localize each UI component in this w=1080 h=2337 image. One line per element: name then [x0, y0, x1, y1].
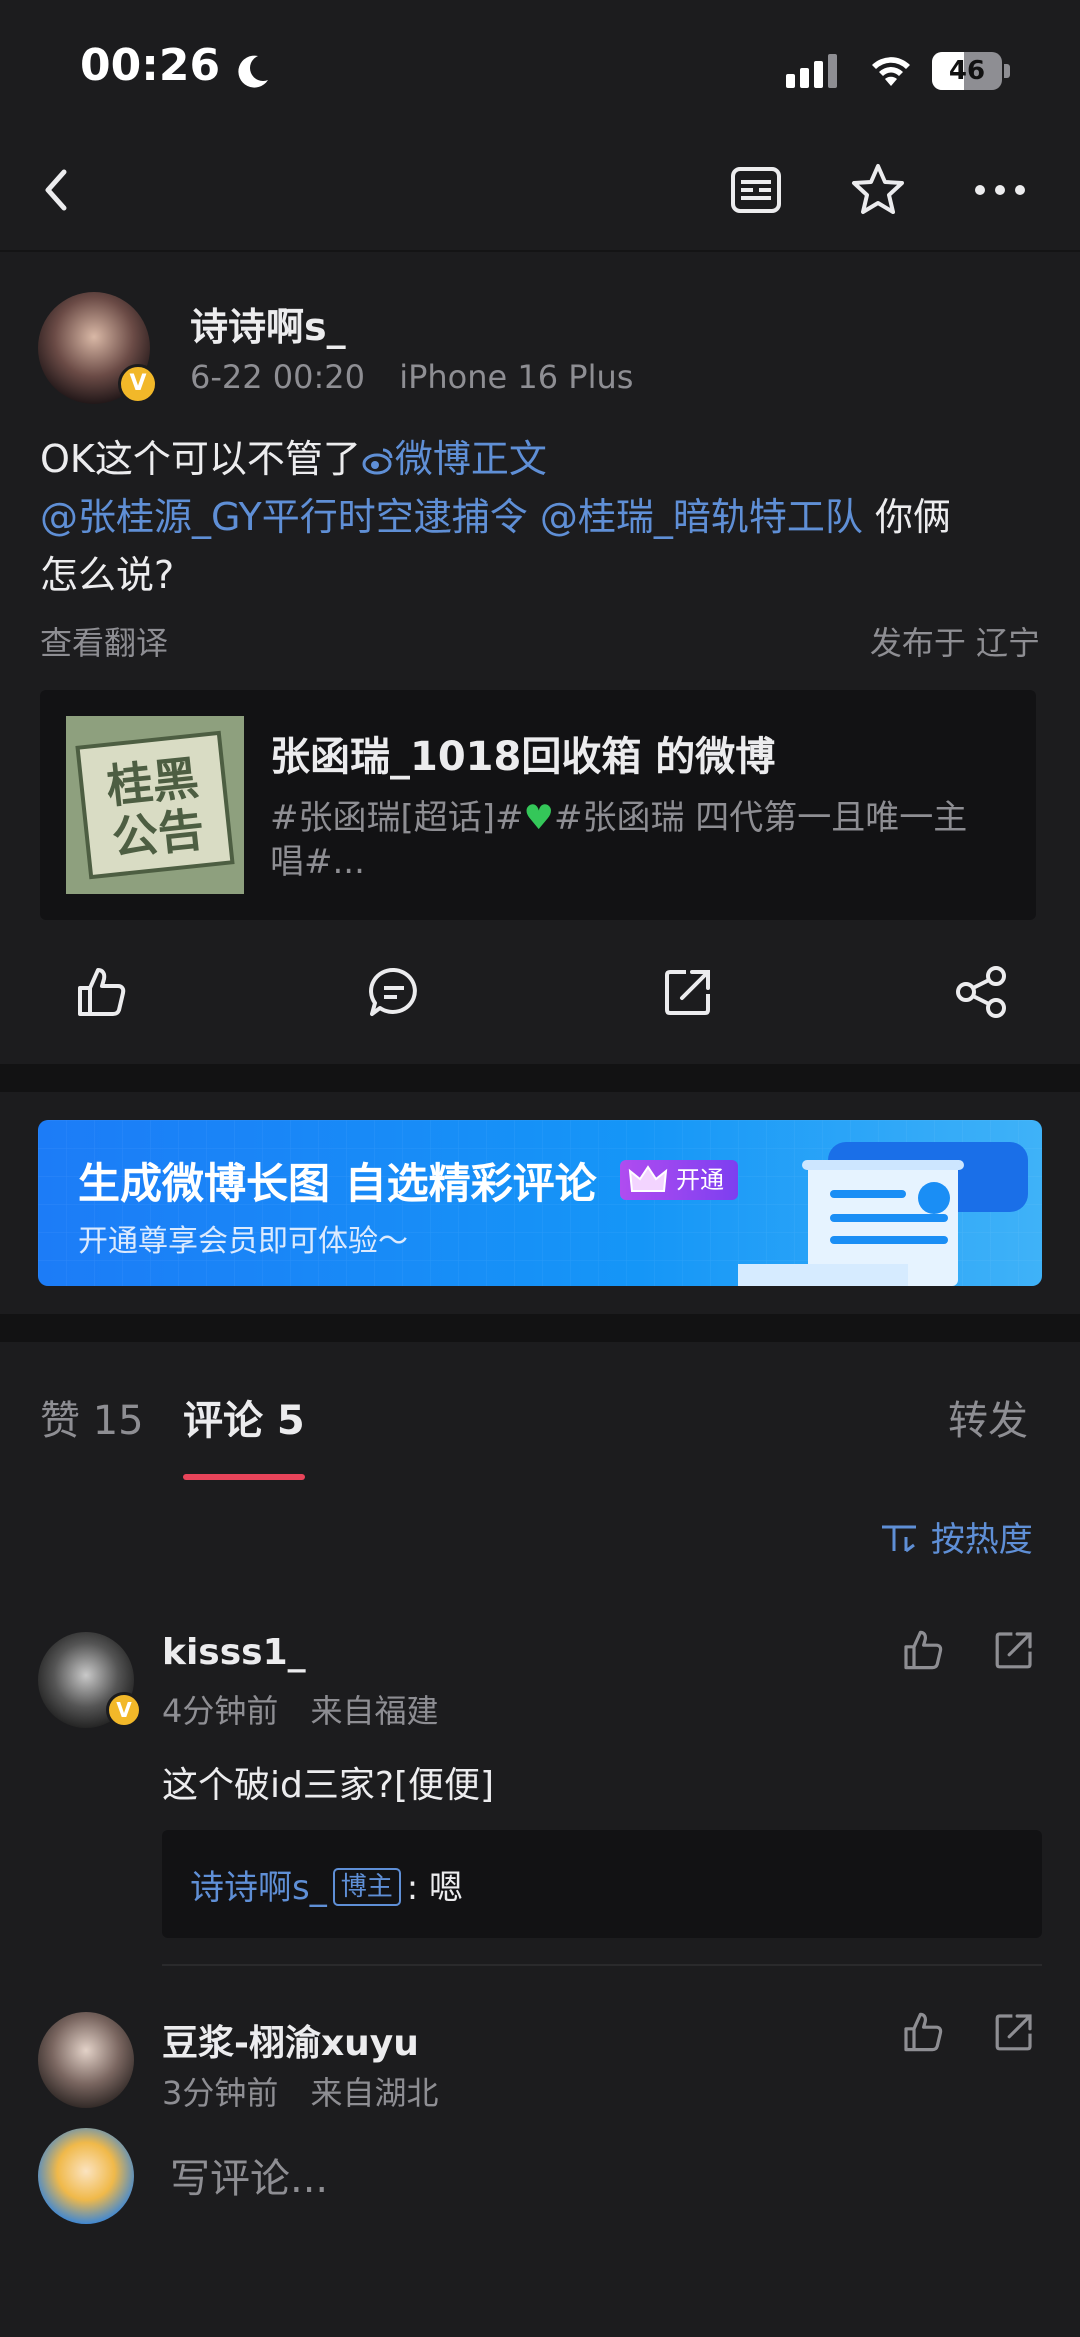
comment-forward-icon-2[interactable]: [990, 2008, 1038, 2056]
quoted-post-card[interactable]: 桂黑 公告 张函瑞_1018回收箱 的微博 #张函瑞[超话]#♥#张函瑞 四代第…: [40, 690, 1036, 920]
post-device: iPhone 16 Plus: [399, 358, 634, 396]
sort-toggle[interactable]: 按热度: [880, 1512, 1033, 1561]
cellular-signal-icon: [786, 54, 842, 88]
post-text-tail: 你俩: [862, 495, 951, 539]
notice-graphic: 桂黑 公告: [66, 716, 244, 894]
post-body: OK这个可以不管了 微博正文 @张桂源_GY平行时空逮捕令 @桂瑞_暗轨特工队 你…: [40, 430, 1050, 604]
more-options-icon[interactable]: [970, 160, 1030, 220]
weibo-post-page: 00:26 46 V 诗诗啊s_ 6-22 00:20 iPhone 16 Pl…: [0, 0, 1080, 2337]
battery-percent: 46: [948, 56, 986, 86]
comment-time: 4分钟前: [162, 1692, 279, 1730]
reply-line: 诗诗啊s_ 博主: 嗯: [190, 1860, 463, 1909]
verified-badge-icon: V: [118, 364, 158, 404]
my-avatar[interactable]: [38, 2128, 134, 2224]
comment-divider: [162, 1964, 1042, 1966]
comment-meta-2: 3分钟前 来自湖北: [162, 2068, 439, 2114]
repost-icon[interactable]: [658, 962, 718, 1022]
battery-tip: [1004, 64, 1010, 78]
comment-like-icon[interactable]: [898, 1626, 946, 1674]
comment-icon[interactable]: [364, 962, 424, 1022]
section-divider: [0, 1064, 1080, 1092]
comment-like-icon-2[interactable]: [898, 2008, 946, 2056]
quote-desc-topic-2: #张函瑞 四代第一且唯一主: [554, 798, 968, 838]
banner-title: 生成微博长图 自选精彩评论: [78, 1159, 597, 1208]
wifi-icon: [872, 57, 910, 86]
quote-desc-topic: #张函瑞[超话]#: [270, 798, 524, 838]
post-date: 6-22 00:20: [190, 358, 366, 396]
open-vip-badge[interactable]: 开通: [620, 1160, 738, 1200]
mention-guirui[interactable]: @桂瑞_暗轨特工队: [540, 495, 863, 539]
long-image-illustration: [738, 1142, 1028, 1286]
comment-avatar-2[interactable]: [38, 2012, 134, 2108]
weibo-link[interactable]: 微博正文: [361, 437, 547, 481]
green-heart-icon: ♥: [523, 798, 554, 838]
tab-reposts[interactable]: 转发: [948, 1388, 1028, 1446]
battery-indicator: 46: [932, 52, 1002, 90]
sort-icon: [882, 1525, 916, 1553]
star-favorite-icon[interactable]: [848, 160, 908, 220]
moon-icon: [238, 55, 268, 88]
quote-title: 张函瑞_1018回收箱 的微博: [270, 734, 776, 780]
back-arrow-icon[interactable]: [28, 160, 88, 220]
author-name[interactable]: 诗诗啊s_: [190, 296, 346, 351]
nav-divider: [0, 250, 1080, 252]
host-tag-badge: 博主: [332, 1868, 401, 1906]
sort-label: 按热度: [930, 1520, 1033, 1560]
comment-meta: 4分钟前 来自福建: [162, 1686, 439, 1732]
tab-likes[interactable]: 赞 15: [40, 1388, 144, 1446]
open-vip-label: 开通: [676, 1166, 724, 1194]
crown-icon: [628, 1165, 668, 1192]
like-icon[interactable]: [70, 962, 130, 1022]
post-location: 发布于 辽宁: [869, 624, 1040, 662]
status-time: 00:26: [80, 40, 221, 91]
translate-link[interactable]: 查看翻译: [40, 618, 168, 664]
weibo-eye-icon: [362, 448, 393, 475]
reply-text: : 嗯: [406, 1868, 463, 1908]
comment-forward-icon[interactable]: [990, 1626, 1038, 1674]
reply-author[interactable]: 诗诗啊s_: [190, 1868, 327, 1908]
post-text-end: 怎么说?: [40, 553, 175, 597]
quote-description: #张函瑞[超话]#♥#张函瑞 四代第一且唯一主 唱#...: [270, 796, 1010, 884]
long-image-icon[interactable]: [726, 160, 786, 220]
comment-location: 来自福建: [310, 1692, 439, 1730]
tab-comments[interactable]: 评论 5: [183, 1388, 305, 1446]
reply-preview[interactable]: 诗诗啊s_ 博主: 嗯: [162, 1830, 1042, 1938]
thumb-text-2: 公告: [109, 802, 206, 865]
comment-time-2: 3分钟前: [162, 2074, 279, 2112]
verified-badge-icon: V: [106, 1692, 142, 1728]
active-tab-indicator: [183, 1474, 305, 1480]
post-meta: 6-22 00:20 iPhone 16 Plus: [190, 358, 633, 396]
share-icon[interactable]: [952, 962, 1012, 1022]
comment-author[interactable]: kisss1_: [162, 1632, 306, 1673]
comment-author-2[interactable]: 豆浆-栩渝xuyu: [162, 2014, 419, 2066]
quote-desc-end: 唱#...: [270, 842, 365, 882]
banner-subtitle: 开通尊享会员即可体验～: [78, 1224, 408, 1259]
weibo-link-label: 微博正文: [394, 437, 547, 481]
comment-text: 这个破id三家?[便便]: [162, 1765, 495, 1806]
section-divider-2: [0, 1314, 1080, 1342]
comment-input[interactable]: 写评论...: [170, 2146, 328, 2204]
quote-thumbnail: 桂黑 公告: [66, 716, 244, 894]
vip-promo-banner[interactable]: 生成微博长图 自选精彩评论 开通 开通尊享会员即可体验～: [38, 1120, 1042, 1286]
mention-zhangguiyuan[interactable]: @张桂源_GY平行时空逮捕令: [40, 495, 528, 539]
post-text: OK这个可以不管了: [40, 437, 361, 481]
comment-location-2: 来自湖北: [310, 2074, 439, 2112]
